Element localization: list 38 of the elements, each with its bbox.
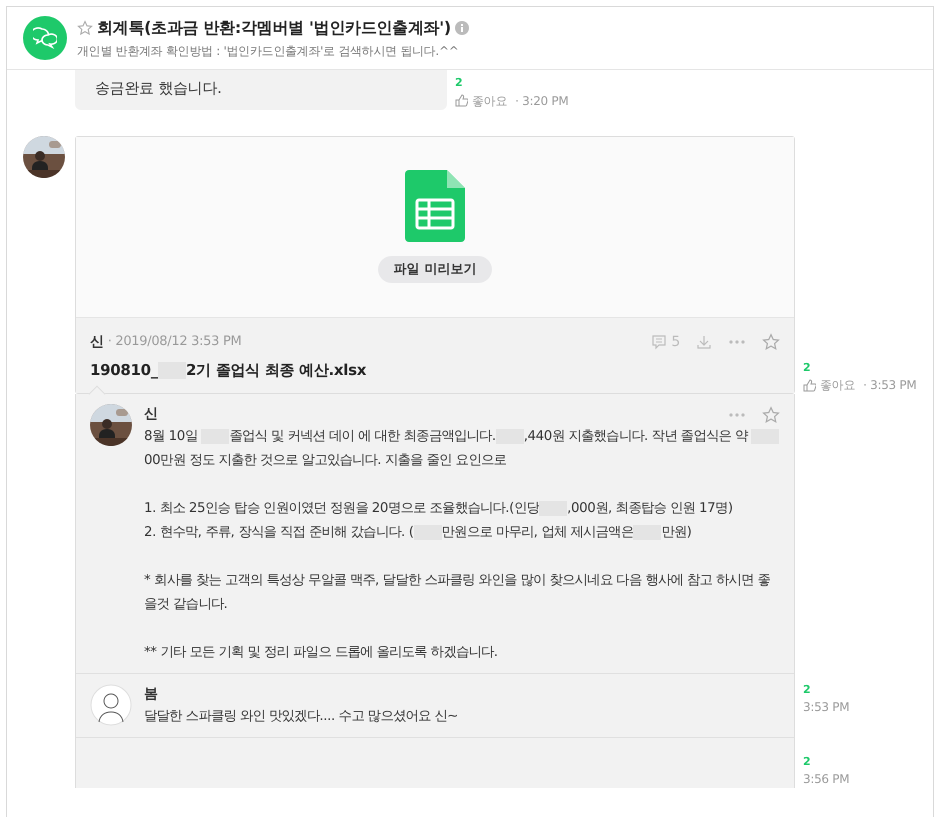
star-icon[interactable] xyxy=(762,333,780,351)
star-icon[interactable] xyxy=(762,406,780,424)
preview-button[interactable]: 파일 미리보기 xyxy=(378,256,492,284)
timestamp: · 3:53 PM xyxy=(863,377,916,394)
avatar-icon xyxy=(90,684,132,726)
comment-text: ** 기타 모든 기획 및 정리 파일으 드롭에 올리도록 하겠습니다. xyxy=(144,644,499,662)
author-name: 봄 xyxy=(144,685,158,704)
message-bubble: 송금완료 했습니다. xyxy=(75,70,447,110)
comment-text: 8월 10일 졸업식 및 커넥션 데이 에 대한 최종금액입니다. ,440원 지출했습니다. 작년 졸업식은 약 00만원 정도 지출한 것으로 알고있습니다. 지출을 줄인 요인으로 xyxy=(144,425,780,473)
thumbs-up-icon[interactable] xyxy=(455,94,468,107)
chat-title: 회계톡(초과금 반환:각멤버별 '법인카드인출계좌') xyxy=(97,17,451,39)
more-icon[interactable] xyxy=(728,412,746,418)
file-name[interactable]: 190810_ 2기 졸업식 최종 예산.xlsx xyxy=(90,358,780,381)
info-icon[interactable] xyxy=(454,21,469,35)
unread-count: 2 xyxy=(803,754,812,770)
comment-text: 달달한 스파클링 와인 맛있겠다.... 수고 많으셨어요 신~ xyxy=(144,708,459,726)
author-name: 신 xyxy=(144,405,158,424)
unread-count: 2 xyxy=(803,360,812,376)
chat-notice: 개인별 반환계좌 확인방법 : '법인카드인출계좌'로 검색하시면 됩니다.^^ xyxy=(77,43,460,60)
like-link[interactable]: 좋아요 xyxy=(820,376,856,394)
thumbs-up-icon[interactable] xyxy=(803,378,816,392)
star-icon[interactable] xyxy=(77,20,93,36)
chat-bubbles-icon xyxy=(33,27,57,49)
timestamp: 3:53 PM xyxy=(803,699,850,716)
unread-count: 2 xyxy=(455,75,464,91)
author-name: 신 xyxy=(90,332,104,352)
unread-count: 2 xyxy=(803,682,812,698)
timestamp: 3:56 PM xyxy=(803,771,850,788)
comment-icon xyxy=(651,334,668,350)
spreadsheet-icon xyxy=(405,170,465,242)
more-icon[interactable] xyxy=(728,339,746,345)
post-date: · 2019/08/12 3:53 PM xyxy=(108,333,242,352)
download-icon[interactable] xyxy=(696,334,712,350)
comment-text: 1. 최소 25인승 탑승 인원이였던 정원을 20명으로 조율했습니다.(인당 ,000원, 최종탑승 인원 17명) xyxy=(144,500,734,518)
comment-text: * 회사를 찾는 고객의 특성상 무알콜 맥주, 달달한 스파클링 와인을 많이 찾으시네요 다음 행사에 참고 하시면 좋을것 같습니다. xyxy=(144,572,772,614)
like-link[interactable]: 좋아요 xyxy=(472,92,508,110)
comment-text: 2. 현수막, 주류, 장식을 직접 준비해 갔습니다. ( 만원으로 마무리, 업체 제시금액은 만원) xyxy=(144,524,692,542)
timestamp: · 3:20 PM xyxy=(515,92,568,110)
